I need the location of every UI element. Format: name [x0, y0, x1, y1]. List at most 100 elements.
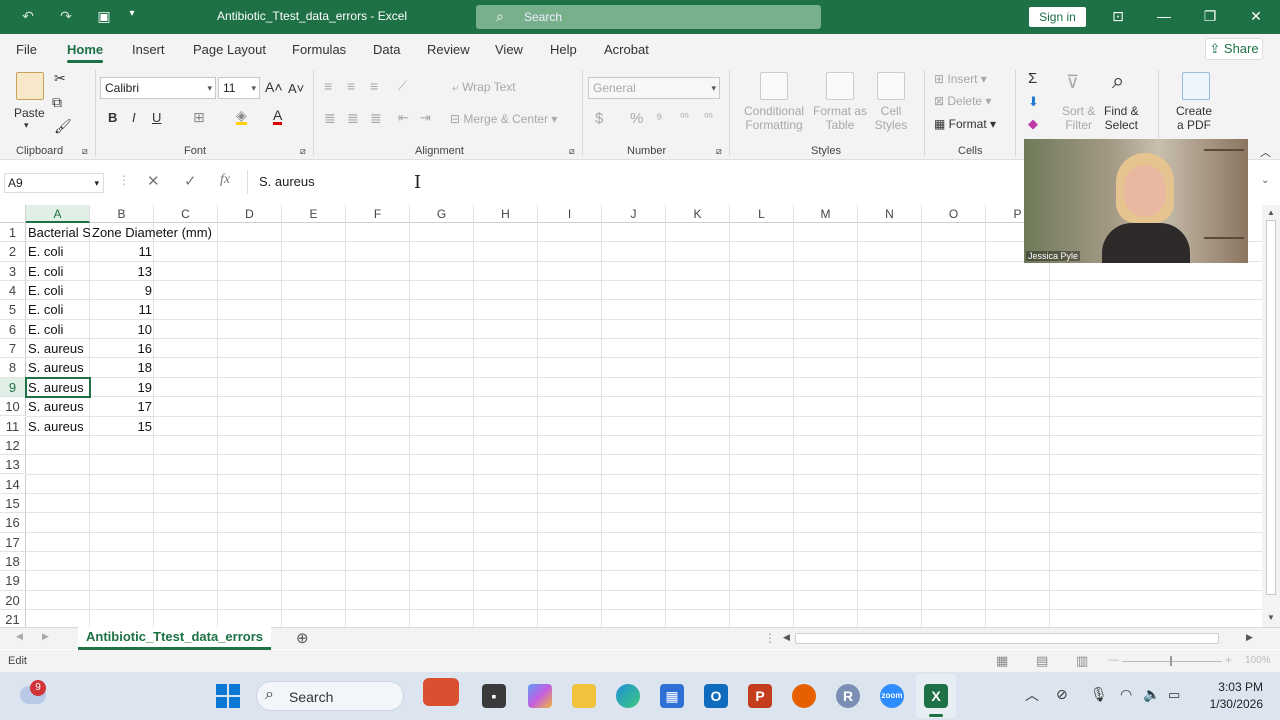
- scroll-left-icon[interactable]: ◀: [783, 632, 790, 643]
- column-header-c[interactable]: C: [154, 205, 218, 223]
- powerpoint-icon[interactable]: P: [748, 684, 772, 708]
- webcam-overlay[interactable]: Jessica Pyle: [1024, 139, 1248, 263]
- decrease-font-icon[interactable]: A˅: [288, 81, 304, 96]
- font-size-select[interactable]: 11 ▾: [218, 77, 260, 99]
- tab-split-handle[interactable]: ⋮: [764, 631, 776, 645]
- cell-styles-icon[interactable]: [877, 72, 905, 100]
- scroll-down-icon[interactable]: ▼: [1267, 613, 1275, 622]
- row-header-16[interactable]: 16: [0, 513, 26, 533]
- zoom-in-icon[interactable]: +: [1225, 653, 1232, 667]
- row-header-19[interactable]: 19: [0, 571, 26, 591]
- align-right-icon[interactable]: ≣: [370, 110, 382, 127]
- clipboard-launcher-icon[interactable]: ⧄: [82, 146, 88, 157]
- find-select-button[interactable]: Find & Select: [1104, 104, 1139, 132]
- horizontal-scroll-thumb[interactable]: [795, 633, 1219, 644]
- row-header-14[interactable]: 14: [0, 474, 26, 494]
- bottom-align-icon[interactable]: ≡: [370, 78, 378, 94]
- microphone-icon[interactable]: 🎙: [1090, 686, 1108, 703]
- name-box[interactable]: A9 ▾: [4, 173, 104, 193]
- column-header-b[interactable]: B: [90, 205, 154, 223]
- decrease-decimal-icon[interactable]: ⁰⁰: [704, 111, 713, 124]
- bold-icon[interactable]: B: [108, 110, 117, 125]
- cell-a1[interactable]: Bacterial S: [26, 223, 90, 242]
- row-header-20[interactable]: 20: [0, 590, 26, 610]
- tab-data[interactable]: Data: [373, 42, 400, 57]
- minimize-icon[interactable]: —: [1154, 8, 1174, 26]
- underline-icon[interactable]: U: [152, 110, 161, 125]
- increase-indent-icon[interactable]: ⇥: [420, 110, 431, 126]
- tab-help[interactable]: Help: [550, 42, 577, 57]
- column-header-f[interactable]: F: [346, 205, 410, 223]
- row-header-11[interactable]: 11: [0, 416, 26, 436]
- middle-align-icon[interactable]: ≡: [347, 78, 355, 94]
- cell-b4[interactable]: 9: [90, 281, 154, 300]
- cell-a3[interactable]: E. coli: [26, 262, 90, 281]
- collapse-ribbon-icon[interactable]: ︿: [1260, 144, 1271, 160]
- autosum-icon[interactable]: Σ: [1028, 70, 1037, 87]
- row-header-2[interactable]: 2: [0, 242, 26, 262]
- borders-icon[interactable]: ⊞: [193, 109, 205, 126]
- top-align-icon[interactable]: ≡: [324, 78, 332, 94]
- find-select-icon[interactable]: ⌕: [1112, 68, 1124, 94]
- cell-b7[interactable]: 16: [90, 339, 154, 358]
- column-header-e[interactable]: E: [282, 205, 346, 223]
- page-layout-view-icon[interactable]: ▤: [1036, 653, 1048, 669]
- font-color-icon[interactable]: A: [273, 108, 283, 125]
- r-app-icon[interactable]: R: [836, 684, 860, 708]
- cut-icon[interactable]: ✂: [54, 70, 66, 87]
- wrap-text-button[interactable]: ⤶ Wrap Text: [452, 80, 516, 95]
- tab-formulas[interactable]: Formulas: [292, 42, 346, 57]
- cell-b11[interactable]: 15: [90, 417, 154, 436]
- cell-a5[interactable]: E. coli: [26, 300, 90, 319]
- cell-a11[interactable]: S. aureus: [26, 417, 90, 436]
- cancel-entry-icon[interactable]: ✕: [147, 172, 160, 190]
- insert-cells-button[interactable]: ⊞ Insert ▾: [934, 72, 987, 86]
- add-sheet-icon[interactable]: ⊕: [296, 629, 309, 647]
- create-pdf-icon[interactable]: [1182, 72, 1210, 100]
- cell-b3[interactable]: 13: [90, 262, 154, 281]
- share-button[interactable]: ⇪ Share: [1205, 38, 1263, 60]
- undo-icon[interactable]: ↶: [18, 8, 38, 26]
- wifi-icon[interactable]: ◠: [1120, 686, 1132, 703]
- column-header-g[interactable]: G: [410, 205, 474, 223]
- cell-b8[interactable]: 18: [90, 358, 154, 377]
- sort-filter-icon[interactable]: ⊽: [1066, 72, 1079, 93]
- zoom-level[interactable]: 100%: [1245, 655, 1271, 666]
- tab-home[interactable]: Home: [67, 42, 104, 63]
- firefox-icon[interactable]: [792, 684, 816, 708]
- outlook-icon[interactable]: O: [704, 684, 728, 708]
- increase-font-icon[interactable]: A˄: [265, 79, 283, 95]
- taskbar-search[interactable]: ⌕ Search: [256, 678, 459, 711]
- vertical-scrollbar[interactable]: ▲ ▼: [1262, 205, 1280, 627]
- cell-a6[interactable]: E. coli: [26, 320, 90, 339]
- ribbon-display-icon[interactable]: ⊡: [1108, 8, 1128, 26]
- cell-b1[interactable]: Zone Diameter (mm): [90, 223, 212, 242]
- excel-icon[interactable]: X: [924, 684, 948, 708]
- tab-review[interactable]: Review: [427, 42, 470, 57]
- zoom-slider-thumb[interactable]: [1170, 656, 1172, 666]
- cell-a7[interactable]: S. aureus: [26, 339, 90, 358]
- column-header-h[interactable]: H: [474, 205, 538, 223]
- customize-toolbar-icon[interactable]: ▾: [122, 8, 142, 26]
- insert-function-button[interactable]: fx: [220, 172, 230, 188]
- row-header-4[interactable]: 4: [0, 281, 26, 301]
- start-icon[interactable]: [216, 684, 240, 708]
- align-center-icon[interactable]: ≣: [347, 110, 359, 127]
- cell-a2[interactable]: E. coli: [26, 242, 90, 261]
- column-header-a[interactable]: A: [26, 205, 90, 223]
- cell-b9[interactable]: 19: [90, 378, 154, 397]
- scroll-up-icon[interactable]: ▲: [1267, 208, 1275, 217]
- cell-b2[interactable]: 11: [90, 242, 154, 261]
- clock-date[interactable]: 1/30/2026: [1195, 697, 1263, 711]
- delete-cells-button[interactable]: ⊠ Delete ▾: [934, 94, 991, 108]
- format-cells-button[interactable]: ▦ Format ▾: [934, 117, 996, 131]
- number-format-select[interactable]: General ▾: [588, 77, 720, 99]
- column-header-n[interactable]: N: [858, 205, 922, 223]
- task-view-icon[interactable]: ▪: [482, 684, 506, 708]
- paste-dropdown-icon[interactable]: ▾: [24, 120, 29, 131]
- row-header-12[interactable]: 12: [0, 435, 26, 456]
- row-header-18[interactable]: 18: [0, 551, 26, 572]
- cell-a10[interactable]: S. aureus: [26, 397, 90, 416]
- align-left-icon[interactable]: ≣: [324, 110, 336, 127]
- column-header-j[interactable]: J: [602, 205, 666, 223]
